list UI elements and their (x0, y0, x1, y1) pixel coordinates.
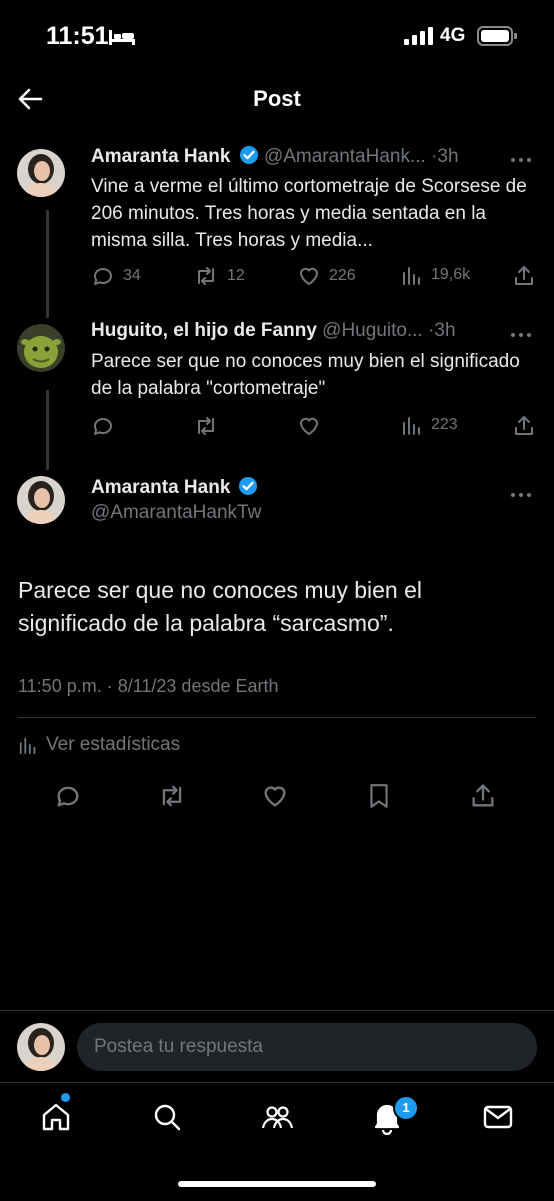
top-bar: Post (0, 70, 554, 130)
reply-icon[interactable] (54, 782, 82, 810)
battery-icon (477, 26, 517, 46)
repost-icon (198, 267, 214, 285)
share-icon[interactable] (469, 782, 497, 810)
page-title: Post (253, 86, 301, 111)
avatar[interactable] (17, 149, 65, 197)
communities-icon[interactable] (259, 1099, 295, 1135)
share-button[interactable] (512, 414, 536, 438)
post-text: Vine a verme el último cortometraje de S… (91, 176, 527, 251)
like-button[interactable]: 226 (297, 264, 356, 288)
avatar[interactable] (17, 1023, 65, 1071)
more-options-icon[interactable] (510, 332, 532, 338)
more-options-icon[interactable] (510, 492, 532, 498)
analytics-icon (19, 737, 36, 755)
status-time: 11:51 (46, 22, 109, 50)
views-button[interactable]: 223 (401, 414, 458, 436)
home-unread-dot (61, 1093, 70, 1102)
post-actions: 223 (91, 414, 536, 440)
like-button[interactable] (297, 414, 321, 438)
avatar[interactable] (17, 324, 65, 372)
main-post-header: Amaranta Hank @AmarantaHankTw (91, 476, 261, 524)
main-post-text: Parece ser que no conoces muy bien el si… (18, 577, 423, 636)
avatar[interactable] (17, 476, 65, 524)
author-handle[interactable]: @AmarantaHankTw (91, 502, 261, 524)
main-post-actions (0, 782, 554, 812)
views-count: 223 (431, 416, 458, 433)
divider (18, 717, 536, 718)
views-count: 19,6k (431, 266, 471, 283)
heart-icon[interactable] (261, 782, 289, 810)
status-bar: 11:51 4G (0, 0, 554, 70)
author-name[interactable]: Amaranta Hank (91, 146, 230, 167)
reply-count: 34 (123, 267, 141, 284)
sleep-focus-icon (109, 30, 135, 45)
main-post: Amaranta Hank @AmarantaHankTw (0, 476, 554, 536)
thread-post[interactable]: Amaranta Hank @AmarantaHank... ·3h Vine … (0, 145, 554, 305)
repost-button[interactable] (193, 414, 219, 438)
bookmark-icon[interactable] (366, 782, 392, 810)
reply-icon (94, 268, 112, 285)
share-icon (515, 416, 533, 435)
post-actions: 34 12 226 19,6k (91, 264, 536, 290)
notifications-badge: 1 (393, 1095, 419, 1121)
post-time: ·3h (431, 146, 459, 167)
view-stats-label: Ver estadísticas (46, 734, 181, 755)
more-options-icon[interactable] (510, 157, 532, 163)
author-handle[interactable]: @AmarantaHank... (264, 146, 426, 167)
cell-signal-icon (404, 27, 433, 45)
repost-icon (198, 417, 214, 435)
author-name[interactable]: Huguito, el hijo de Fanny (91, 320, 317, 341)
views-button[interactable]: 19,6k (401, 264, 470, 286)
author-handle[interactable]: @Huguito... (322, 320, 423, 341)
repost-icon[interactable] (157, 782, 187, 810)
analytics-icon (403, 267, 420, 285)
thread-post[interactable]: Huguito, el hijo de Fanny @Huguito... ·3… (0, 320, 554, 450)
share-button[interactable] (512, 264, 536, 288)
view-stats-link[interactable]: Ver estadísticas (18, 734, 180, 756)
verified-badge-icon (239, 146, 258, 164)
messages-icon[interactable] (480, 1099, 516, 1135)
like-count: 226 (329, 267, 356, 284)
post-header: Amaranta Hank @AmarantaHank... ·3h (91, 145, 534, 175)
home-icon[interactable] (38, 1099, 74, 1135)
post-metadata: 11:50 p.m. · 8/11/23 desde Earth (18, 676, 279, 696)
heart-icon (300, 267, 318, 285)
post-header: Huguito, el hijo de Fanny @Huguito... ·3… (91, 320, 534, 350)
search-icon[interactable] (149, 1099, 185, 1135)
home-indicator (178, 1181, 376, 1187)
reply-composer: Postea tu respuesta (0, 1010, 554, 1081)
author-name[interactable]: Amaranta Hank (91, 477, 230, 498)
repost-button[interactable]: 12 (193, 264, 245, 288)
heart-icon (300, 417, 318, 435)
reply-button[interactable] (91, 414, 115, 438)
share-icon (515, 266, 533, 285)
repost-count: 12 (227, 267, 245, 284)
post-time: ·3h (428, 320, 456, 341)
network-type: 4G (440, 25, 466, 46)
analytics-icon (403, 417, 420, 435)
post-text: Parece ser que no conoces muy bien el si… (91, 351, 520, 399)
reply-icon (94, 418, 112, 435)
reply-button[interactable]: 34 (91, 264, 141, 288)
verified-badge-icon (238, 477, 257, 495)
reply-input[interactable]: Postea tu respuesta (77, 1023, 537, 1071)
